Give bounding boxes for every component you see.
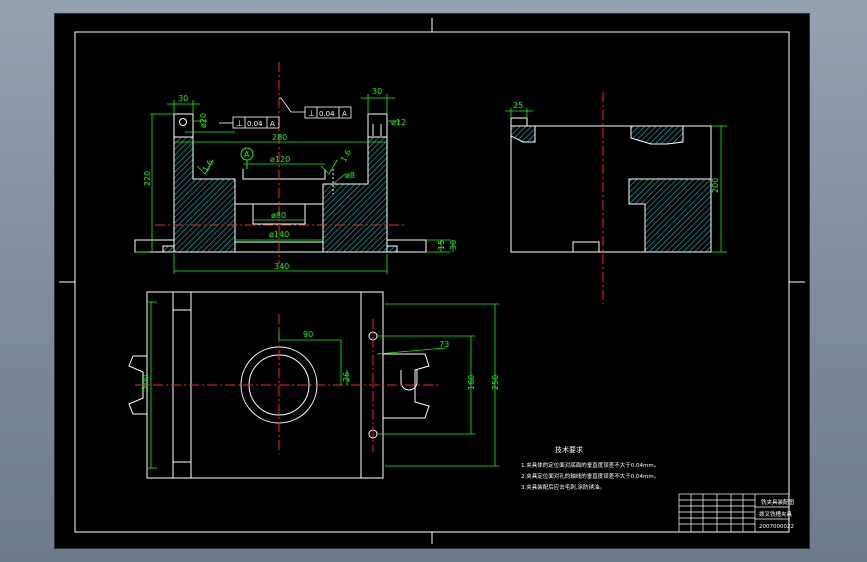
dim-dia-140: ø140 bbox=[269, 230, 289, 239]
roughness-right: 1.6 bbox=[339, 148, 353, 164]
top-dim-250: 250 bbox=[491, 375, 500, 390]
side-section bbox=[628, 178, 712, 253]
side-view: 25 200 bbox=[505, 92, 727, 304]
tol-2-datum: A bbox=[342, 110, 347, 118]
notes-line-2: 2.夹具定位面对孔的轴线的垂直度误差不大于0.04mm。 bbox=[521, 472, 659, 480]
dim-220: 220 bbox=[143, 171, 152, 186]
cad-drawing: 30 30 ø20 ø12 280 ø120 ø80 ø140 340 220 … bbox=[59, 18, 805, 544]
dim-280: 280 bbox=[272, 133, 287, 142]
title-part-name: 铣夹具装配图 bbox=[761, 498, 795, 506]
dim-dia-12: ø12 bbox=[391, 118, 406, 127]
dim-top-right: 30 bbox=[372, 87, 382, 96]
tol-1-symbol: ⊥ bbox=[236, 119, 243, 128]
top-right-lug bbox=[383, 353, 430, 419]
dim-30-right: 30 bbox=[449, 240, 458, 250]
front-left-hole bbox=[179, 118, 187, 126]
dim-15: 15 bbox=[437, 240, 446, 250]
tol-2-value: 0.04 bbox=[319, 110, 335, 118]
notes-line-3: 3.夹具装配后应去毛刺,涂防锈油。 bbox=[521, 483, 605, 491]
side-dim-200: 200 bbox=[711, 178, 720, 193]
dim-dia-8: ø8 bbox=[345, 171, 355, 180]
side-dim-25: 25 bbox=[513, 101, 523, 110]
datum-label: A bbox=[244, 150, 250, 159]
drawing-frame bbox=[59, 18, 805, 544]
top-dim-160: 160 bbox=[467, 375, 476, 390]
notes-title: 技术要求 bbox=[555, 445, 583, 454]
notes-line-1: 1.夹具体的定位面对底面的垂直度误差不大于0.04mm。 bbox=[521, 461, 659, 469]
front-left-section bbox=[162, 136, 236, 253]
tol-2-symbol: ⊥ bbox=[308, 109, 315, 118]
top-dim-300: 300 bbox=[141, 375, 150, 390]
technical-notes: 技术要求 1.夹具体的定位面对底面的垂直度误差不大于0.04mm。 2.夹具定位… bbox=[521, 445, 659, 491]
dim-dia-120: ø120 bbox=[270, 155, 290, 164]
title-drawing-no: 2007000022 bbox=[759, 524, 794, 530]
tolerance-frame-2 bbox=[279, 97, 352, 119]
drawing-sheet: 30 30 ø20 ø12 280 ø120 ø80 ø140 340 220 … bbox=[54, 13, 810, 549]
front-view: 30 30 ø20 ø12 280 ø120 ø80 ø140 340 220 … bbox=[134, 62, 458, 274]
top-dim-26: 26 bbox=[342, 372, 351, 382]
top-dim-73: 73 bbox=[439, 340, 449, 349]
tol-1-datum: A bbox=[270, 120, 275, 128]
front-right-section bbox=[322, 136, 398, 253]
top-view: 300 90 73 160 250 26 bbox=[128, 291, 500, 479]
dim-dia-80: ø80 bbox=[271, 211, 286, 220]
tol-1-value: 0.04 bbox=[247, 120, 263, 128]
dim-340: 340 bbox=[274, 262, 289, 271]
title-product-name: 拨叉铣槽夹具 bbox=[759, 510, 793, 518]
front-right-upright bbox=[367, 113, 388, 138]
dim-top-left: 30 bbox=[178, 94, 188, 103]
dim-dia-20: ø20 bbox=[199, 113, 208, 128]
top-dim-90: 90 bbox=[303, 330, 313, 339]
